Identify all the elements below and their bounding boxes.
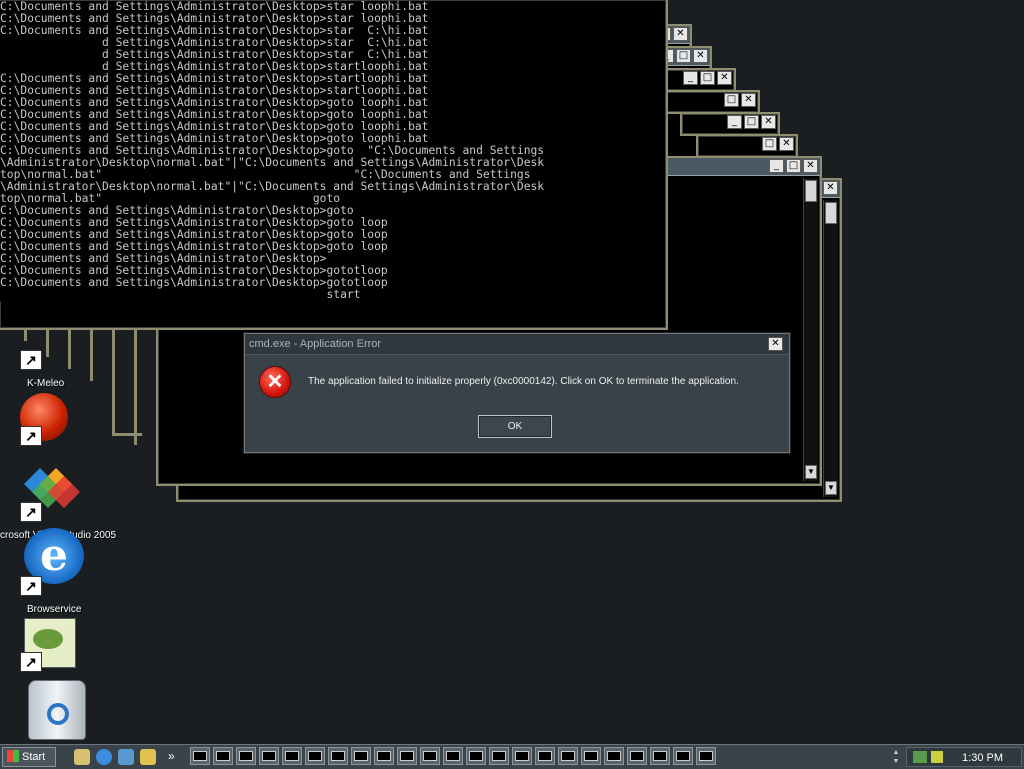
application-error-dialog[interactable]: cmd.exe - Application Error ✕ ✕ The appl… [244,333,790,453]
system-tray: 1:30 PM [906,747,1022,767]
close-icon[interactable]: ✕ [761,115,776,129]
close-icon[interactable]: ✕ [693,49,708,63]
taskbar-cmd-button[interactable] [190,747,210,765]
dialog-title: cmd.exe - Application Error [249,338,382,350]
quicklaunch-overflow-icon[interactable]: » [168,749,175,763]
start-label: Start [22,751,46,763]
close-icon[interactable]: ✕ [823,181,838,195]
close-icon[interactable]: ✕ [717,71,732,85]
close-icon[interactable]: ✕ [803,159,818,173]
taskbar-cmd-button[interactable] [328,747,348,765]
shortcut-arrow-icon: ↗ [20,426,42,446]
taskbar-cmd-button[interactable] [282,747,302,765]
minimize-icon[interactable]: _ [727,115,742,129]
taskbar-cmd-button[interactable] [558,747,578,765]
maximize-icon[interactable]: □ [724,93,739,107]
maximize-icon[interactable]: □ [762,137,777,151]
browservice-label: Browservice [27,604,82,615]
dialog-titlebar[interactable]: cmd.exe - Application Error ✕ [245,334,789,355]
taskbar-cmd-button[interactable] [213,747,233,765]
maximize-icon[interactable]: □ [676,49,691,63]
minimize-icon[interactable]: _ [769,159,784,173]
taskbar-cmd-button[interactable] [604,747,624,765]
close-icon[interactable]: ✕ [779,137,794,151]
internet-explorer-quicklaunch-icon[interactable] [96,749,112,765]
taskbar-cmd-button[interactable] [673,747,693,765]
ok-button[interactable]: OK [478,415,552,438]
scrollbar[interactable]: ▼ [803,178,818,481]
console-text: C:\Documents and Settings\Administrator\… [0,0,545,301]
cmd-window-stack-5[interactable]: □ ✕ [660,90,760,114]
taskbar: Start » ▲ ▼ 1:30 PM [0,744,1024,769]
desktop-icon-recycle-bin[interactable] [0,678,86,742]
taskbar-cmd-button[interactable] [466,747,486,765]
taskbar-scroll-arrows-icon[interactable]: ▲ ▼ [890,748,902,766]
desktop: ✕ □ ✕ _ □ ✕ _ □ ✕ □ ✕ _ □ ✕ [0,0,1024,744]
shortcut-arrow-icon: ↗ [20,350,42,370]
scroll-down-arrow-icon[interactable]: ▼ [805,465,817,479]
close-icon[interactable]: ✕ [673,27,688,41]
media-quicklaunch-icon[interactable] [140,749,156,765]
close-icon[interactable]: ✕ [741,93,756,107]
dialog-close-icon[interactable]: ✕ [768,337,783,351]
recycle-bin-icon [28,680,86,740]
taskbar-cmd-button[interactable] [443,747,463,765]
desktop-icon-browservice[interactable]: Browservice ↗ [0,604,81,676]
taskbar-cmd-button[interactable] [305,747,325,765]
desktop-icon-k-meleon[interactable]: K-Meleo ↗ [0,378,70,448]
maximize-icon[interactable]: □ [700,71,715,85]
windows-logo-icon [7,750,19,762]
shortcut-arrow-icon: ↗ [20,652,42,672]
cmd-window-stack-6[interactable]: _ □ ✕ [680,112,780,136]
dialog-message: The application failed to initialize pro… [308,376,739,387]
scroll-down-arrow-icon[interactable]: ▼ [825,481,837,495]
k-meleon-label: K-Meleo [27,378,65,389]
clock[interactable]: 1:30 PM [962,752,1003,764]
cmd-window-stack-7[interactable]: □ ✕ [696,134,798,158]
scrollbar[interactable]: ▼ [823,200,838,497]
minimize-icon[interactable]: _ [683,71,698,85]
maximize-icon[interactable]: □ [786,159,801,173]
taskbar-cmd-button[interactable] [512,747,532,765]
shortcut-arrow-icon: ↗ [20,502,42,522]
task-buttons [190,747,716,765]
desktop-icon-shortcut[interactable]: ↗ [0,350,70,372]
taskbar-cmd-button[interactable] [535,747,555,765]
taskbar-cmd-button[interactable] [236,747,256,765]
taskbar-cmd-button[interactable] [489,747,509,765]
network-tray-icon[interactable] [913,751,927,763]
error-icon: ✕ [259,366,291,398]
start-button[interactable]: Start [2,747,56,767]
scrollbar-thumb[interactable] [805,180,817,202]
maximize-icon[interactable]: □ [744,115,759,129]
volume-tray-icon[interactable] [931,751,943,763]
desktop-icon-internet-explorer[interactable]: e ↗ [0,528,84,598]
show-desktop-icon[interactable] [74,749,90,765]
taskbar-cmd-button[interactable] [650,747,670,765]
console-output: C:\Documents and Settings\Administrator\… [0,1,648,301]
scrollbar-thumb[interactable] [825,202,837,224]
taskbar-cmd-button[interactable] [397,747,417,765]
cmd-window-front[interactable]: C:\Documents and Settings\Administrator\… [0,0,668,330]
taskbar-cmd-button[interactable] [259,747,279,765]
outlook-express-quicklaunch-icon[interactable] [118,749,134,765]
taskbar-cmd-button[interactable] [696,747,716,765]
taskbar-cmd-button[interactable] [351,747,371,765]
taskbar-cmd-button[interactable] [420,747,440,765]
taskbar-cmd-button[interactable] [627,747,647,765]
taskbar-cmd-button[interactable] [581,747,601,765]
shortcut-arrow-icon: ↗ [20,576,42,596]
taskbar-cmd-button[interactable] [374,747,394,765]
